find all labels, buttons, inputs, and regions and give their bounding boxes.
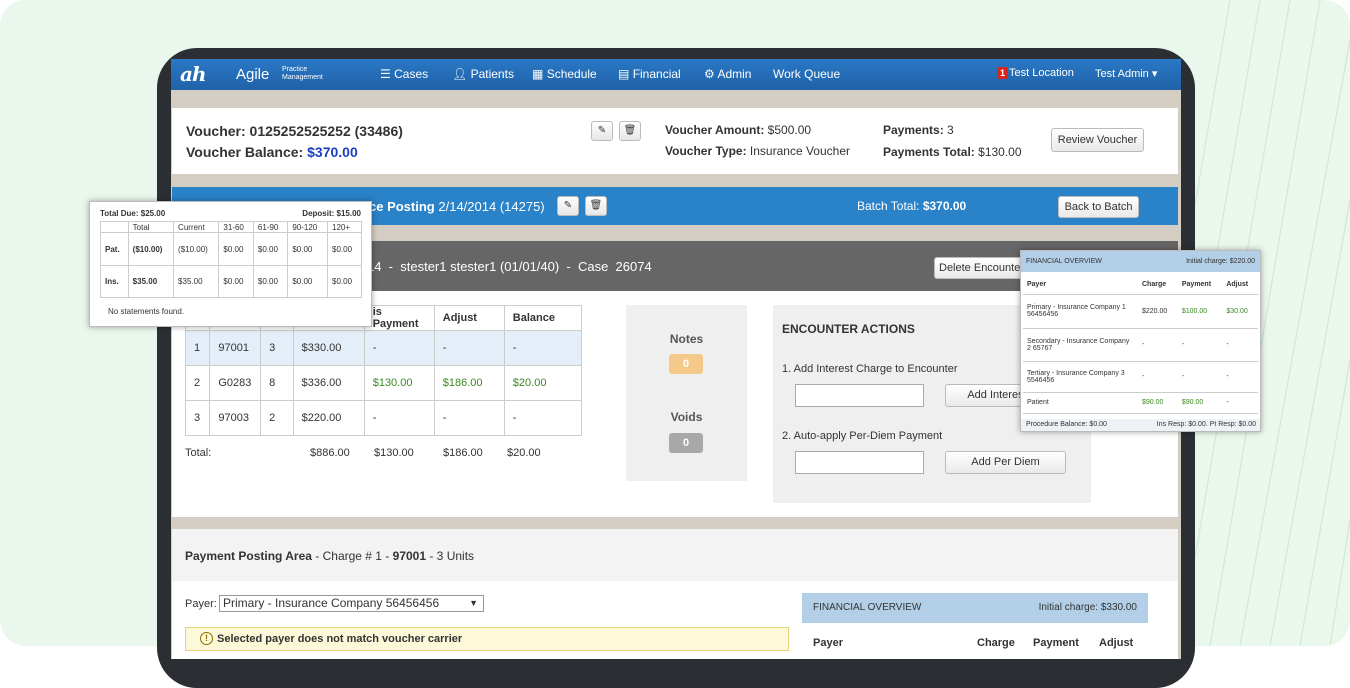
batch-total: Batch Total: $370.00 xyxy=(857,199,967,213)
fo-header: FINANCIAL OVERVIEW Initial charge: $330.… xyxy=(802,593,1148,623)
brand-subtitle: Practice Management xyxy=(282,66,323,81)
account-aging-popup: Total Due: $25.00 Deposit: $15.00 Total C… xyxy=(89,201,372,327)
edit-voucher-button[interactable]: ✎ xyxy=(591,121,613,141)
trash-icon: 🗑︎ xyxy=(623,125,637,136)
action-interest-label: 1. Add Interest Charge to Encounter xyxy=(782,363,958,375)
nav-work-queue[interactable]: Work Queue xyxy=(773,67,840,81)
warning-icon: ! xyxy=(200,632,213,645)
notes-count-badge[interactable]: 0 xyxy=(669,354,703,374)
payer-warning: ! Selected payer does not match voucher … xyxy=(185,627,789,651)
table-row: Primary - Insurance Company 1 56456456 $2… xyxy=(1023,294,1258,329)
chart-icon: ▤ xyxy=(618,67,630,81)
notes-label: Notes xyxy=(669,332,704,346)
col-balance: Balance xyxy=(503,305,583,331)
voucher-title: Voucher: 0125252525252 (33486) xyxy=(186,123,403,139)
aging-table: Total Current 31-60 61-90 90-120 120+ Pat. ($1… xyxy=(100,221,362,298)
payer-label: Payer: xyxy=(185,598,217,610)
edit-icon: ✎ xyxy=(563,200,573,211)
interest-amount-input[interactable] xyxy=(795,384,924,407)
delete-encounter-button[interactable]: Delete Encounter xyxy=(934,257,1029,279)
voucher-balance: $370.00 xyxy=(307,144,358,160)
user-icon: 👤︎ xyxy=(452,67,468,81)
table-row[interactable]: 1 97001 3 $330.00 --- xyxy=(184,330,583,366)
deposit: Deposit: $15.00 xyxy=(302,209,361,218)
table-row: Secondary - Insurance Company 2 65767- - - xyxy=(1023,328,1258,362)
notes-panel: Notes 0 Voids 0 xyxy=(626,305,747,481)
fo-popup-table: Payer Charge Payment Adjust Primary - Insur… xyxy=(1023,275,1258,414)
dropdown-arrow-icon: ▼ xyxy=(469,598,478,608)
posting-title: Payment Posting Area - Charge # 1 - 9700… xyxy=(185,549,475,563)
caret-down-icon: ▾ xyxy=(1151,68,1158,80)
voucher-payments: Payments: 3 xyxy=(883,123,954,137)
financial-overview-popup: FINANCIAL OVERVIEW Initial charge: $220.… xyxy=(1020,250,1261,432)
col-payment: is Payment xyxy=(363,305,435,331)
add-per-diem-button[interactable]: Add Per Diem xyxy=(945,451,1066,474)
calendar-icon: ▦ xyxy=(532,67,544,81)
brand-name[interactable]: Agile xyxy=(236,66,269,83)
nav-user-menu[interactable]: Test Admin ▾ xyxy=(1095,67,1157,80)
table-row[interactable]: 3 97003 2 $220.00 --- xyxy=(184,400,583,436)
encounter-header: 14 - stester1 stester1 (01/01/40) - Case… xyxy=(367,259,652,274)
table-row: Tertiary - Insurance Company 3 5546456- -… xyxy=(1023,361,1258,393)
nav-patients[interactable]: 👤︎ Patients xyxy=(452,67,514,81)
total-due: Total Due: $25.00 xyxy=(100,209,166,218)
fo-popup-footer: Procedure Balance: $0.00 Ins Resp: $0.00… xyxy=(1021,419,1260,431)
voucher-panel: Voucher: 0125252525252 (33486) Voucher B… xyxy=(172,108,1178,174)
fo-column-headers: Payer Charge Payment Adjust xyxy=(802,623,1148,659)
notification-badge: 1 xyxy=(997,67,1009,79)
delete-batch-button[interactable]: 🗑︎ xyxy=(585,196,607,216)
nav-location[interactable]: 1 Test Location xyxy=(997,67,1074,79)
back-to-batch-button[interactable]: Back to Batch xyxy=(1058,196,1139,218)
edit-batch-button[interactable]: ✎ xyxy=(557,196,579,216)
table-row: Pat. ($10.00) ($10.00) $0.00 $0.00 $0.00 $0.00 xyxy=(100,232,362,266)
nav-financial[interactable]: ▤ Financial xyxy=(618,67,681,81)
posting-header: Payment Posting Area - Charge # 1 - 9700… xyxy=(172,529,1178,581)
table-row[interactable]: 2 G0283 8 $336.00 $130.00 $186.00 $20.00 xyxy=(184,365,583,401)
table-row: Patient $90.00 $90.00- xyxy=(1023,392,1258,414)
batch-title: ce Posting 2/14/2014 (14275) xyxy=(369,199,545,214)
fo-popup-header: FINANCIAL OVERVIEW Initial charge: $220.… xyxy=(1021,251,1260,272)
voucher-balance-line: Voucher Balance: $370.00 xyxy=(186,144,358,160)
gears-icon: ⚙ xyxy=(704,67,715,81)
review-voucher-button[interactable]: Review Voucher xyxy=(1051,128,1144,152)
action-per-diem-label: 2. Auto-apply Per-Diem Payment xyxy=(782,430,943,442)
voucher-amount: Voucher Amount: $500.00 xyxy=(665,123,812,137)
per-diem-input[interactable] xyxy=(795,451,924,474)
nav-schedule[interactable]: ▦ Schedule xyxy=(532,67,597,81)
app-logo[interactable]: ah xyxy=(180,62,206,86)
statements-note: No statements found. xyxy=(108,307,185,316)
edit-icon: ✎ xyxy=(597,125,607,136)
voucher-type: Voucher Type: Insurance Voucher xyxy=(665,144,850,158)
voids-label: Voids xyxy=(670,410,703,424)
charges-total-row: Total: $886.00 $130.00 $186.00 $20.00 xyxy=(185,447,541,459)
col-adjust: Adjust xyxy=(433,305,505,331)
trash-icon: 🗑︎ xyxy=(589,200,603,211)
nav-admin[interactable]: ⚙ Admin xyxy=(704,67,751,81)
list-icon: ☰ xyxy=(380,67,391,81)
actions-title: ENCOUNTER ACTIONS xyxy=(782,322,915,336)
voucher-payments-total: Payments Total: $130.00 xyxy=(883,145,1022,159)
delete-voucher-button[interactable]: 🗑︎ xyxy=(619,121,641,141)
nav-cases[interactable]: ☰ Cases xyxy=(380,67,428,81)
table-row: Ins. $35.00 $35.00 $0.00 $0.00 $0.00 $0.00 xyxy=(100,265,362,298)
top-navbar: ah Agile Practice Management ☰ Cases 👤︎ P… xyxy=(171,59,1181,90)
financial-overview-panel: FINANCIAL OVERVIEW Initial charge: $330.… xyxy=(802,593,1148,659)
payer-select[interactable]: Primary - Insurance Company 56456456 ▼ xyxy=(219,595,484,612)
voids-count-badge[interactable]: 0 xyxy=(669,433,703,453)
